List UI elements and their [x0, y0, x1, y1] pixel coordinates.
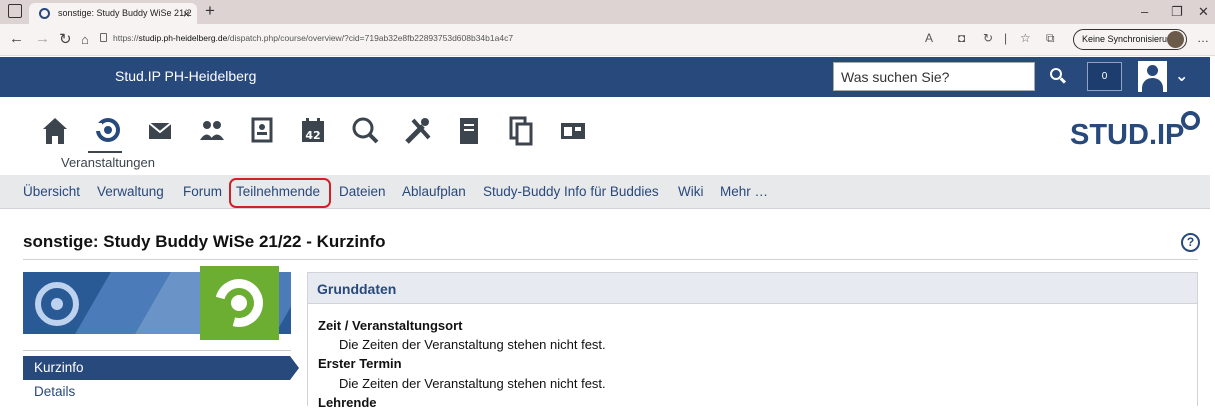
tab-wiki[interactable]: Wiki [678, 184, 704, 199]
studip-topbar: Stud.IP PH-Heidelberg Was suchen Sie? 0 … [0, 57, 1210, 97]
logo-text: STUD.IP [1070, 119, 1185, 151]
title-divider [23, 259, 1198, 260]
restore-icon[interactable]: ❐ [1171, 4, 1183, 20]
documents-nav-icon[interactable] [506, 114, 536, 148]
help-icon[interactable]: ? [1181, 233, 1200, 252]
tab-forum[interactable]: Forum [183, 184, 222, 199]
read-aloud-icon[interactable]: A [925, 31, 933, 45]
brand-link[interactable]: Stud.IP PH-Heidelberg [115, 68, 256, 84]
tab-actions-icon[interactable] [8, 4, 22, 18]
info-term: Erster Termin [318, 356, 402, 371]
course-tabs: Übersicht Verwaltung Forum Teilnehmende … [0, 175, 1210, 209]
close-window-icon[interactable]: ✕ [1198, 4, 1209, 20]
lock-icon[interactable] [100, 33, 107, 42]
new-tab-icon[interactable]: + [205, 1, 215, 21]
info-term: Zeit / Veranstaltungsort [318, 318, 463, 333]
highlight-annotation [229, 178, 331, 208]
browser-tab[interactable]: sonstige: Study Buddy WiSe 21/2 × [29, 3, 197, 24]
url-host: studip.ph-heidelberg.de [138, 33, 228, 43]
tab-uebersicht[interactable]: Übersicht [23, 184, 80, 199]
tab-study-buddy-info[interactable]: Study-Buddy Info für Buddies [483, 184, 659, 199]
active-nav-indicator [88, 151, 122, 153]
back-icon[interactable]: ← [9, 30, 24, 47]
search-button[interactable] [1043, 62, 1073, 91]
minimize-icon[interactable]: – [1141, 4, 1148, 19]
more-options-icon[interactable]: … [1197, 31, 1209, 45]
svg-text:42: 42 [305, 129, 320, 142]
tab-verwaltung[interactable]: Verwaltung [97, 184, 164, 199]
nav-active-label: Veranstaltungen [61, 155, 155, 170]
studip-logo: STUD.IP [1070, 111, 1201, 152]
forward-icon[interactable]: → [35, 30, 50, 47]
notification-badge[interactable]: 0 [1087, 62, 1122, 91]
divider-icon: | [1004, 31, 1008, 45]
search-input[interactable]: Was suchen Sie? [833, 62, 1035, 91]
reload-icon[interactable]: ↻ [59, 30, 72, 48]
sidebar-item-details[interactable]: Details [34, 384, 75, 399]
sync-label: Keine Synchronisierung [1082, 34, 1178, 44]
collections-icon[interactable]: ⧉ [1046, 31, 1055, 46]
mail-nav-icon[interactable] [145, 114, 175, 148]
tab-mehr[interactable]: Mehr … [720, 184, 768, 199]
info-value: Die Zeiten der Veranstaltung stehen nich… [339, 337, 606, 352]
course-avatar-icon [200, 266, 279, 340]
url-prefix: https:// [113, 33, 139, 43]
calendar-nav-icon[interactable]: 42 [298, 114, 328, 148]
info-term: Lehrende [318, 395, 377, 410]
shield-icon[interactable]: ◘ [958, 31, 965, 45]
close-tab-icon[interactable]: × [183, 7, 190, 21]
studip-favicon-icon [39, 8, 50, 19]
search-nav-icon[interactable] [350, 114, 380, 148]
sidebar-divider [23, 350, 291, 351]
tab-ablaufplan[interactable]: Ablaufplan [402, 184, 466, 199]
sidebar-item-kurzinfo[interactable]: Kurzinfo [23, 356, 299, 380]
tab-title: sonstige: Study Buddy WiSe 21/2 [58, 8, 192, 18]
url-path: /dispatch.php/course/overview/?cid=719ab… [227, 33, 514, 43]
files-nav-icon[interactable] [454, 114, 484, 148]
admin-nav-icon[interactable] [558, 114, 588, 148]
profile-avatar-icon [1167, 31, 1184, 48]
tab-dateien[interactable]: Dateien [339, 184, 386, 199]
home-icon[interactable]: ⌂ [81, 32, 89, 47]
tools-nav-icon[interactable] [403, 114, 433, 148]
grunddaten-panel: Grunddaten Zeit / Veranstaltungsort Die … [307, 272, 1198, 410]
favorites-icon[interactable]: ☆ [1020, 31, 1031, 45]
home-nav-icon[interactable] [40, 114, 70, 148]
page-title: sonstige: Study Buddy WiSe 21/22 - Kurzi… [23, 232, 386, 251]
chevron-down-icon[interactable]: ⌄ [1175, 66, 1188, 86]
logo-ring-icon [1181, 111, 1201, 130]
community-nav-icon[interactable] [197, 114, 227, 148]
user-avatar[interactable] [1138, 61, 1167, 92]
refresh-extension-icon[interactable]: ↻ [983, 31, 993, 45]
browser-tabbar: sonstige: Study Buddy WiSe 21/2 × + – ❐ … [0, 0, 1215, 24]
browser-toolbar: ← → ↻ ⌂ https://studip.ph-heidelberg.de/… [0, 24, 1215, 56]
main-navigation: 42 Veranstaltungen STUD.IP [0, 97, 1210, 175]
profile-nav-icon[interactable] [247, 114, 277, 148]
sync-button[interactable]: Keine Synchronisierung [1073, 29, 1187, 50]
info-value: Die Zeiten der Veranstaltung stehen nich… [339, 376, 606, 391]
address-bar[interactable]: https://studip.ph-heidelberg.de/dispatch… [113, 33, 513, 43]
panel-heading[interactable]: Grunddaten [308, 273, 1197, 304]
courses-nav-icon[interactable] [93, 114, 123, 148]
